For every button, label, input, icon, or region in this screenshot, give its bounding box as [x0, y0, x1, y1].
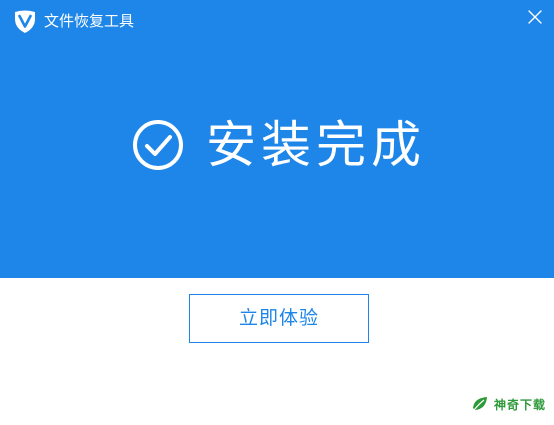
- close-icon: [528, 10, 542, 24]
- check-circle-icon: [130, 117, 186, 173]
- try-now-button[interactable]: 立即体验: [189, 294, 369, 343]
- install-status: 安装完成: [130, 112, 426, 178]
- header-banner: 文件恢复工具 安装完成: [0, 0, 554, 278]
- app-title: 文件恢复工具: [44, 12, 135, 30]
- installer-window: 文件恢复工具 安装完成 立即体验 神奇下载: [0, 0, 554, 425]
- close-button[interactable]: [522, 4, 548, 30]
- site-watermark: 神奇下载: [470, 393, 546, 415]
- leaf-logo-icon: [470, 394, 490, 414]
- app-logo-icon: [12, 8, 38, 34]
- watermark-text: 神奇下载: [494, 397, 547, 412]
- status-title: 安装完成: [206, 116, 426, 174]
